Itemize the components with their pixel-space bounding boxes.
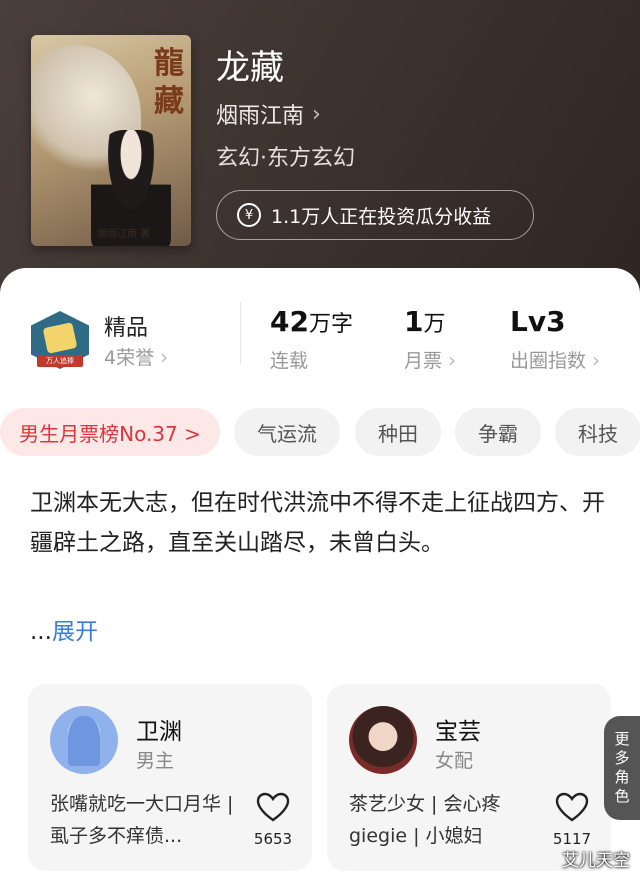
invest-text: 1.1万人正在投资瓜分收益: [271, 205, 492, 228]
votes-unit: 万: [423, 312, 446, 337]
stats-divider: [240, 302, 241, 364]
monthly-votes-link[interactable]: 月票 ›: [404, 346, 456, 373]
honors-text: 4荣誉: [104, 347, 155, 369]
character-desc: 茶艺少女 | 会心疼giegie | 小媳妇: [349, 793, 501, 847]
character-role: 女配: [435, 750, 474, 772]
tag-chip[interactable]: 气运流: [234, 408, 340, 456]
status-serializing: 连载: [270, 350, 309, 372]
book-title: 龙藏: [216, 48, 284, 88]
character-desc: 张嘴就吃一大口月华 | 虱子多不痒债...: [50, 793, 234, 847]
watermark: 艾儿天空: [562, 851, 630, 871]
more-roles-char: 更: [614, 730, 630, 748]
popularity-index-link[interactable]: 出圈指数 ›: [510, 346, 600, 373]
level-sub: 出圈指数: [510, 350, 587, 372]
votes-value: 1: [404, 305, 424, 338]
chevron-right-icon: ›: [592, 347, 601, 372]
ellipsis: ...: [30, 619, 52, 645]
monthly-votes: 1万: [404, 305, 446, 338]
tag-chip[interactable]: 科技: [555, 408, 640, 456]
level-value: Lv3: [510, 305, 566, 338]
avatar: [50, 706, 118, 774]
popularity-level: Lv3: [510, 305, 566, 338]
tag-list: 男生月票榜No.37 > 气运流 种田 争霸 科技: [0, 408, 640, 458]
expand-link[interactable]: ...展开: [30, 612, 98, 646]
book-genre: 玄幻·东方玄幻: [216, 146, 355, 171]
heart-icon[interactable]: [256, 792, 290, 822]
more-roles-char: 多: [614, 749, 630, 767]
avatar: [349, 706, 417, 774]
more-roles-char: 色: [614, 787, 630, 805]
tag-chip[interactable]: 争霸: [455, 408, 541, 456]
word-count-unit: 万字: [308, 312, 353, 337]
badge-ribbon: 万人追捧: [37, 355, 83, 367]
character-name: 卫渊: [136, 719, 182, 745]
like-count: 5653: [253, 830, 293, 848]
book-cover[interactable]: 龍藏 烟雨江南 著: [31, 35, 191, 246]
quality-label: 精品: [104, 316, 149, 341]
quality-badge-icon[interactable]: 万人追捧: [31, 311, 89, 369]
character-card[interactable]: 宝芸 女配 茶艺少女 | 会心疼giegie | 小媳妇 5117: [327, 684, 611, 871]
cover-author: 烟雨江南 著: [97, 229, 151, 240]
invest-button[interactable]: ¥ 1.1万人正在投资瓜分收益: [216, 190, 534, 240]
character-name: 宝芸: [435, 719, 481, 745]
book-description: 卫渊本无大志，但在时代洪流中不得不走上征战四方、开疆辟土之路，直至关山踏尽，未曾…: [30, 490, 605, 556]
more-roles-char: 角: [614, 768, 630, 786]
character-role: 男主: [136, 750, 175, 772]
book-header: 龍藏 烟雨江南 著 龙藏 烟雨江南 › 玄幻·东方玄幻 ¥ 1.1万人正在投资瓜…: [0, 0, 640, 300]
author-link[interactable]: 烟雨江南 ›: [216, 98, 321, 130]
cover-title: 龍藏: [154, 46, 184, 119]
yen-icon: ¥: [237, 203, 261, 227]
chevron-right-icon: ›: [312, 101, 321, 127]
chevron-right-icon: ›: [160, 344, 169, 369]
rank-tag[interactable]: 男生月票榜No.37 >: [0, 408, 220, 456]
word-count-value: 42: [270, 305, 309, 338]
more-characters-button[interactable]: 更 多 角 色: [604, 716, 640, 820]
chevron-right-icon: ›: [448, 347, 457, 372]
heart-icon[interactable]: [555, 792, 589, 822]
votes-sub: 月票: [404, 350, 443, 372]
author-name: 烟雨江南: [216, 104, 305, 129]
tag-chip[interactable]: 种田: [355, 408, 441, 456]
honors-link[interactable]: 4荣誉 ›: [104, 343, 168, 370]
expand-label: 展开: [51, 619, 98, 645]
character-card[interactable]: 卫渊 男主 张嘴就吃一大口月华 | 虱子多不痒债... 5653: [28, 684, 312, 871]
word-count: 42万字: [270, 305, 353, 338]
